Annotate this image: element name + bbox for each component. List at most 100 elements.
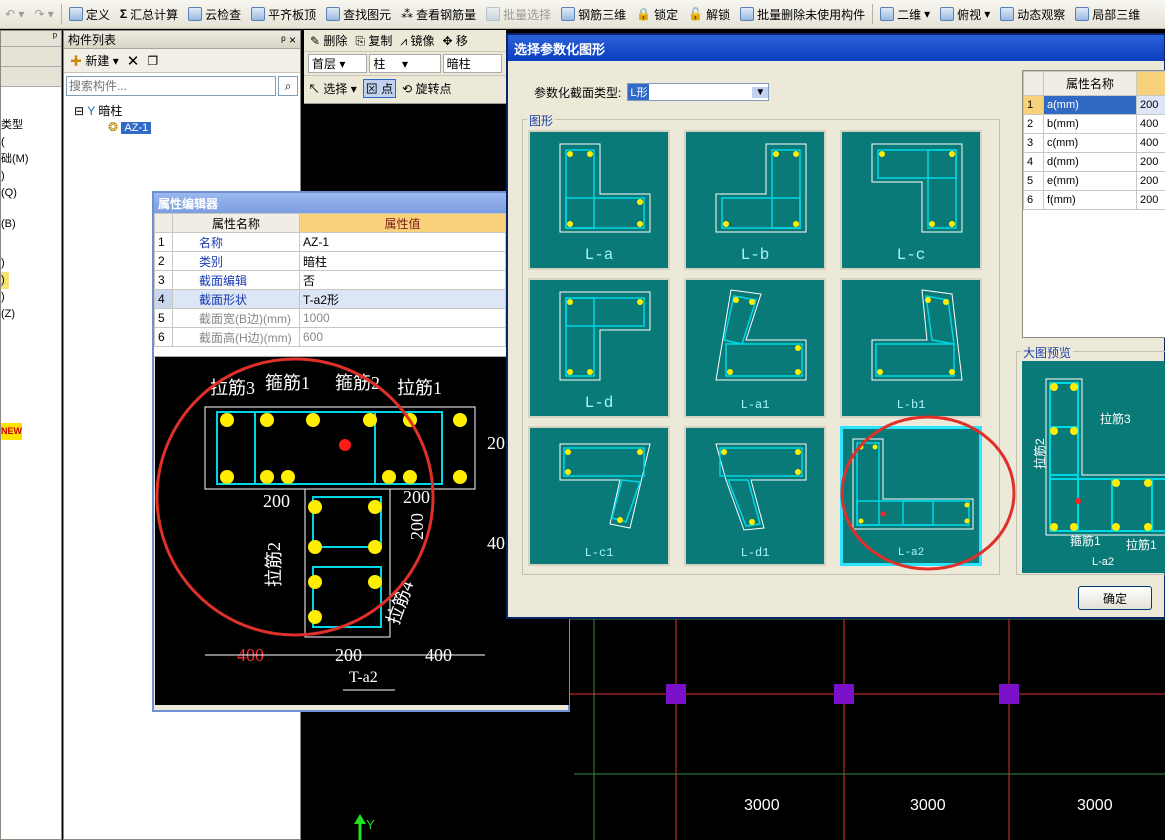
dim-label: 200 — [263, 491, 290, 511]
collapse-icon[interactable]: ⊟ — [74, 104, 84, 118]
shape-tile-l-d1[interactable]: L-d1 — [684, 426, 826, 566]
batch-icon — [486, 7, 501, 21]
left-item[interactable]: 础(M) — [1, 151, 61, 168]
cloud-icon — [188, 7, 203, 21]
lock-button[interactable]: 🔒 锁定 — [631, 2, 683, 26]
local-3d-button[interactable]: 局部三维 — [1070, 2, 1145, 26]
shape-tile-l-c[interactable]: L-c — [840, 130, 982, 270]
column-marker[interactable] — [666, 684, 686, 704]
move-button[interactable]: ✥ 移 — [442, 32, 467, 49]
find-element-button[interactable]: 查找图元 — [321, 2, 396, 26]
param-row[interactable]: 3 c(mm) 400 — [1023, 133, 1165, 153]
redo-button[interactable]: ↷ ▾ — [29, 2, 58, 26]
shape-tile-l-d[interactable]: L-d — [528, 278, 670, 418]
ok-button[interactable]: 确定 — [1078, 586, 1152, 610]
align-slab-top-button[interactable]: 平齐板顶 — [246, 2, 321, 26]
slab-icon — [251, 7, 266, 21]
cloud-check-button[interactable]: 云检查 — [183, 2, 246, 26]
shape-thumbnail — [715, 143, 807, 233]
shape-thumbnail — [559, 143, 651, 233]
param-row[interactable]: 5 e(mm) 200 — [1023, 171, 1165, 191]
table-row[interactable]: 5 截面宽(B边)(mm) 1000 — [154, 308, 506, 328]
point-button[interactable]: ⊠ 点 — [362, 78, 397, 98]
shape-thumbnail — [871, 143, 963, 233]
rotate-point-button[interactable]: ⟲ 旋转点 — [402, 80, 451, 97]
batch-select-button[interactable]: 批量选择 — [481, 2, 556, 26]
dimension-label: 3000 — [1077, 797, 1113, 814]
2d-button[interactable]: 二维 ▾ — [875, 2, 935, 26]
select-parametric-shape-dialog: 选择参数化图形 参数化截面类型: L形 ▼ 图形 L-a L-b L-c L-d… — [506, 33, 1165, 619]
orbit-button[interactable]: 动态观察 — [995, 2, 1070, 26]
left-item[interactable]: ) — [1, 168, 61, 185]
shape-tile-l-b[interactable]: L-b — [684, 130, 826, 270]
table-row[interactable]: 1 名称 AZ-1 — [154, 232, 506, 252]
dimension-label: 3000 — [910, 797, 946, 814]
define-icon — [68, 7, 83, 21]
rebar-3d-button[interactable]: 钢筋三维 — [556, 2, 631, 26]
floor-select[interactable]: 首层 ▾ — [308, 54, 368, 73]
copy-component-icon[interactable]: ❐ — [147, 54, 158, 68]
summary-calc-button[interactable]: Σ 汇总计算 — [115, 2, 183, 26]
copy-button[interactable]: ⎘ 复制 — [355, 32, 392, 49]
param-row[interactable]: 2 b(mm) 400 — [1023, 114, 1165, 134]
left-nav-panel: ᵖ 类型 ( 础(M) ) (Q) (B) ) ) ) (Z) NEW — [0, 30, 62, 840]
left-item[interactable]: (Z) — [1, 306, 61, 323]
left-item[interactable]: ( — [1, 134, 61, 151]
select-button[interactable]: ↖ 选择 ▾ — [308, 80, 357, 97]
dim-label: 200 — [403, 487, 430, 507]
table-row[interactable]: 6 截面高(H边)(mm) 600 — [154, 327, 506, 347]
search-input[interactable] — [66, 76, 276, 96]
undo-button[interactable]: ↶ ▾ — [0, 2, 29, 26]
define-button[interactable]: 定义 — [64, 2, 115, 26]
rebar-label: 箍筋1 — [265, 373, 310, 393]
table-row[interactable]: 2 类别 暗柱 — [154, 251, 506, 271]
param-col-header: 属性名称 — [1043, 71, 1137, 96]
left-panel-pin[interactable]: ᵖ — [1, 31, 61, 47]
param-row[interactable]: 6 f(mm) 200 — [1023, 190, 1165, 210]
shapes-group-label: 图形 — [527, 112, 556, 129]
left-item[interactable]: 类型 — [1, 117, 61, 134]
mirror-button[interactable]: ⩘ 镜像 — [400, 32, 434, 49]
new-component-button[interactable]: ✚ 新建 ▾ — [70, 52, 119, 69]
new-icon: ✚ — [70, 54, 83, 68]
unlock-button[interactable]: 🔓 解锁 — [683, 2, 735, 26]
column-marker[interactable] — [999, 684, 1019, 704]
axis-label: Y — [366, 817, 375, 832]
section-type-label: 参数化截面类型: — [534, 85, 622, 100]
delete-batch-icon — [740, 7, 755, 21]
batch-delete-button[interactable]: 批量删除未使用构件 — [735, 2, 870, 26]
table-row[interactable]: 3 截面编辑否 — [154, 270, 506, 290]
property-table: 属性名称 属性值 1 名称 AZ-1 2 类别 暗柱 3 截面编辑否 4 截面形状 T-a2形… — [154, 213, 506, 347]
undo-icon: ↶ ▾ — [5, 7, 25, 21]
find-icon — [326, 7, 341, 21]
param-row[interactable]: 1 a(mm) 200 — [1023, 95, 1165, 115]
orbit-icon — [1000, 7, 1015, 21]
shape-tile-l-b1[interactable]: L-b1 — [840, 278, 982, 418]
table-row[interactable]: 4 截面形状 T-a2形 — [154, 289, 506, 309]
shape-tile-l-c1[interactable]: L-c1 — [528, 426, 670, 566]
left-item[interactable]: ) — [1, 255, 61, 272]
shape-tile-l-a[interactable]: L-a — [528, 130, 670, 270]
delete-button[interactable]: ✎ 删除 — [310, 32, 347, 49]
tree-item[interactable]: ❂ AZ-1 — [74, 119, 290, 136]
2d-icon — [880, 7, 895, 21]
left-item[interactable]: (Q) — [1, 185, 61, 202]
local-3d-icon — [1075, 7, 1090, 21]
param-row[interactable]: 4 d(mm) 200 — [1023, 152, 1165, 172]
chevron-down-icon: ▼ — [752, 86, 769, 98]
category-select[interactable]: 柱 ▾ — [369, 54, 441, 73]
panel-pin-close[interactable]: ᵖ × — [281, 33, 296, 47]
shape-tile-l-a1[interactable]: L-a1 — [684, 278, 826, 418]
top-view-button[interactable]: 俯视 ▾ — [935, 2, 995, 26]
view-rebar-button[interactable]: ⁂ 查看钢筋量 — [396, 2, 481, 26]
left-item[interactable]: ) — [1, 272, 9, 289]
edit-toolbar: ✎ 删除 ⎘ 复制 ⩘ 镜像 ✥ 移 首层 ▾ 柱 ▾ 暗柱 ↖ 选择 ▾ ⊠ … — [304, 30, 506, 104]
search-icon[interactable]: ⌕ — [278, 76, 298, 96]
section-type-select[interactable]: L形 ▼ — [627, 83, 770, 101]
column-marker[interactable] — [834, 684, 854, 704]
left-item[interactable]: ) — [1, 289, 61, 306]
left-item[interactable]: (B) — [1, 216, 61, 233]
delete-component-icon[interactable]: ✕ — [127, 52, 140, 70]
tree-root[interactable]: ⊟ Y 暗柱 — [74, 103, 290, 119]
subtype-select[interactable]: 暗柱 — [442, 54, 502, 73]
